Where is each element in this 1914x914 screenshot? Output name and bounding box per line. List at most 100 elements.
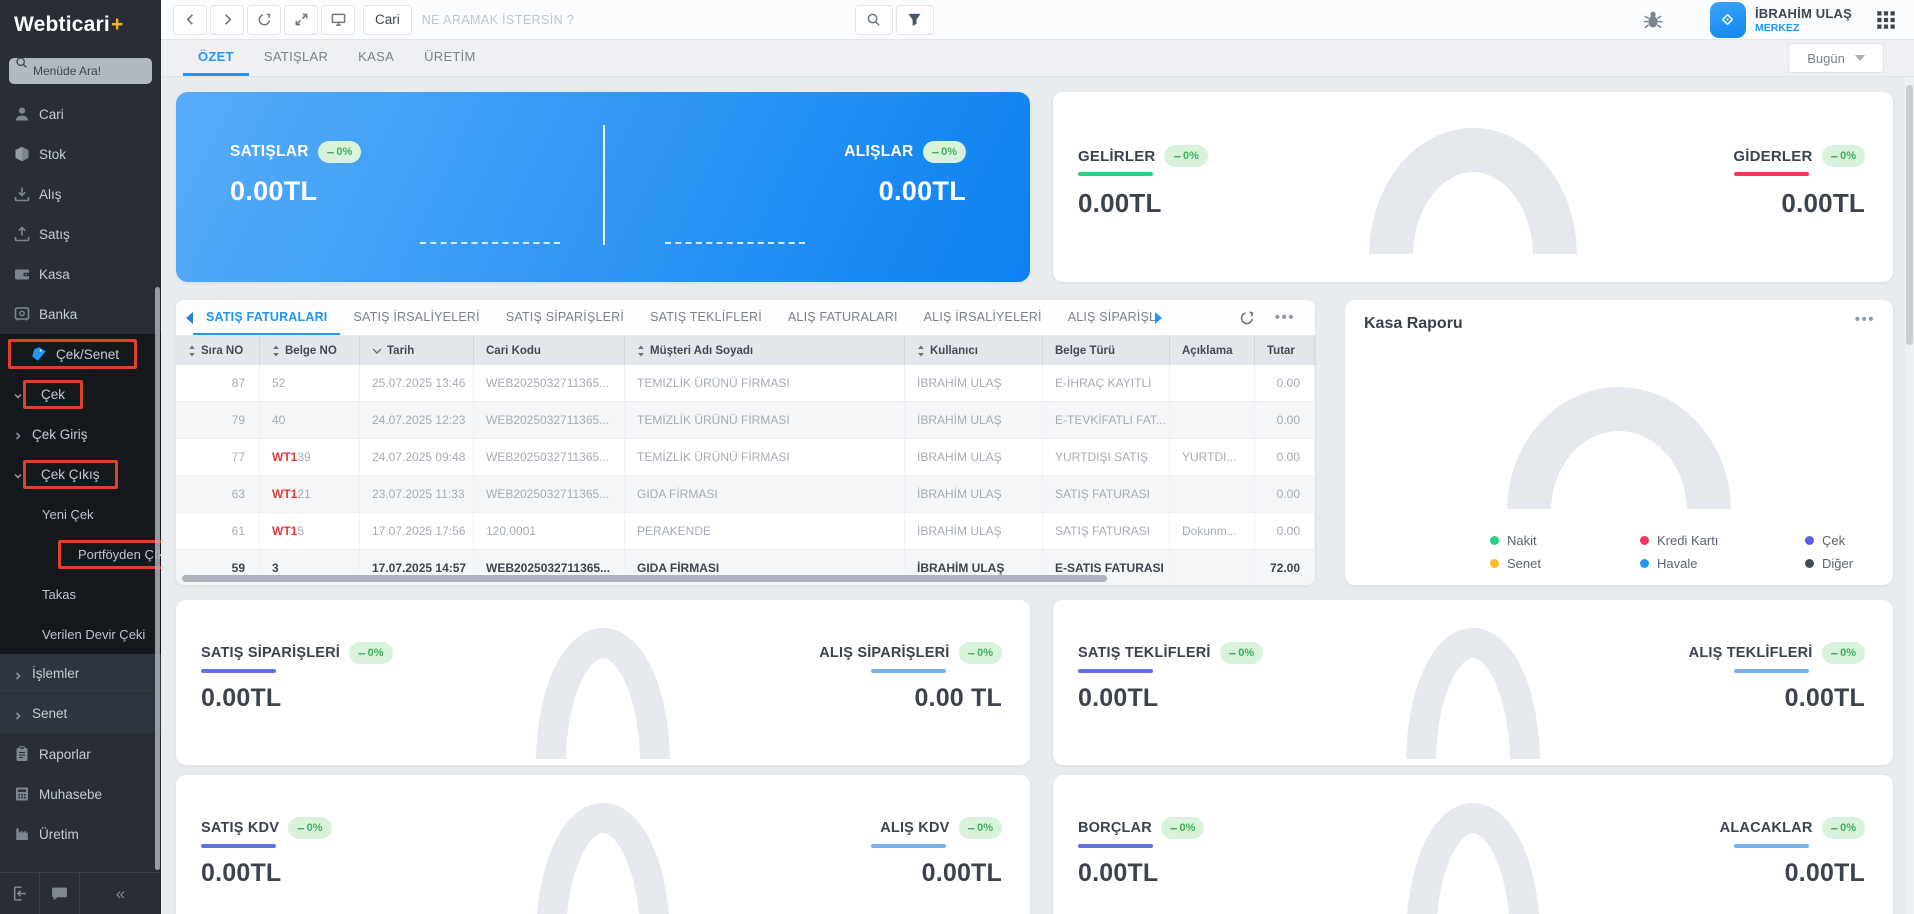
horizontal-scrollbar[interactable] (182, 575, 1107, 582)
chat-button[interactable] (40, 873, 80, 914)
table-cell: 63 (176, 476, 260, 512)
table-cell: WEB2025032711365... (474, 439, 625, 475)
bug-report-button[interactable] (1642, 9, 1664, 31)
sidebar-item-üretim[interactable]: Üretim (0, 814, 161, 854)
table-cell: 61 (176, 513, 260, 549)
sidebar-item-satış[interactable]: Satış (0, 214, 161, 254)
column-header[interactable]: Cari Kodu (474, 336, 625, 365)
sidebar-item-çek[interactable]: Çek (0, 374, 161, 414)
tab-özet[interactable]: ÖZET (183, 40, 249, 76)
column-header[interactable]: Açıklama (1170, 336, 1255, 365)
legend-item[interactable]: Nakit (1490, 533, 1640, 548)
back-button[interactable] (173, 5, 207, 35)
table-cell: WT15 (260, 513, 360, 549)
sidebar-item-stok[interactable]: Stok (0, 134, 161, 174)
filter-button[interactable] (896, 5, 934, 35)
table-row[interactable]: 794024.07.2025 12:23WEB2025032711365...T… (176, 402, 1315, 439)
refresh-icon[interactable] (1239, 310, 1255, 326)
monitor-button[interactable] (321, 5, 355, 35)
annotation-highlight-box: Çek Çıkış (23, 460, 118, 489)
legend-dot (1490, 536, 1499, 545)
apps-grid-button[interactable] (1876, 10, 1896, 30)
metric-value: 0.00TL (922, 859, 1002, 888)
tabs-scroll-right-icon[interactable] (1155, 312, 1162, 324)
table-cell: WEB2025032711365... (474, 402, 625, 438)
more-icon[interactable]: ••• (1275, 310, 1295, 325)
table-row[interactable]: 61WT1517.07.2025 17:56120.0001PERAKENDEİ… (176, 513, 1315, 550)
column-header[interactable]: Belge Türü (1043, 336, 1170, 365)
column-header[interactable]: Sıra NO (176, 336, 260, 365)
sidebar-item-portföyden-çıkış[interactable]: Portföyden Çıkış (0, 534, 161, 574)
column-header[interactable]: Belge NO (260, 336, 360, 365)
sidebar-item-çek-giriş[interactable]: Çek Giriş (0, 414, 161, 454)
column-header[interactable]: Tutar (1255, 336, 1315, 365)
sidebar-item-i-şlemler[interactable]: İşlemler (0, 654, 161, 694)
sidebar-item-label: Çek/Senet (56, 347, 119, 362)
sidebar-item-muhasebe[interactable]: Muhasebe (0, 774, 161, 814)
sort-both-icon (917, 345, 925, 357)
search-context-label[interactable]: Cari (363, 5, 412, 35)
sidebar-scrollbar[interactable] (155, 287, 160, 870)
avatar[interactable] (1710, 2, 1746, 38)
column-header[interactable]: Müşteri Adı Soyadı (625, 336, 905, 365)
legend-item[interactable]: Çek (1805, 533, 1893, 548)
invoice-tab[interactable]: ALIŞ İRSALİYELERİ (911, 300, 1055, 335)
sidebar-item-çek-çıkış[interactable]: Çek Çıkış (0, 454, 161, 494)
tab-satişlar[interactable]: SATIŞLAR (249, 40, 343, 76)
wallet-icon (14, 266, 30, 282)
window-scrollbar[interactable] (1905, 77, 1914, 914)
legend-label: Kredi Kartı (1657, 533, 1718, 548)
metric-value: 0.00TL (1078, 188, 1162, 219)
sidebar-item-takas[interactable]: Takas (0, 574, 161, 614)
table-row[interactable]: 875225.07.2025 13:46WEB2025032711365...T… (176, 365, 1315, 402)
legend-item[interactable]: Kredi Kartı (1640, 533, 1805, 548)
sidebar-item-alış[interactable]: Alış (0, 174, 161, 214)
legend-item[interactable]: Senet (1490, 556, 1640, 571)
refresh-button[interactable] (247, 5, 281, 35)
scrollbar-thumb[interactable] (1906, 85, 1913, 345)
fullscreen-button[interactable] (284, 5, 318, 35)
sidebar-item-verilen-devir-çeki[interactable]: Verilen Devir Çeki (0, 614, 161, 654)
invoice-tab[interactable]: SATIŞ FATURALARI (193, 300, 340, 335)
table-cell: WT121 (260, 476, 360, 512)
invoice-tab[interactable]: ALIŞ SİPARİŞLERİ (1055, 300, 1155, 335)
date-filter-dropdown[interactable]: Bugün (1788, 43, 1884, 73)
invoice-tab[interactable]: SATIŞ İRSALİYELERİ (340, 300, 492, 335)
divider (603, 125, 605, 245)
doc-no-prefix: WT1 (272, 487, 297, 501)
tab-kasa[interactable]: KASA (343, 40, 409, 76)
metric-label: ALIŞ KDV (880, 820, 949, 836)
table-cell: 120.0001 (474, 513, 625, 549)
sidebar-item-senet[interactable]: Senet (0, 694, 161, 734)
column-header[interactable]: Kullanıcı (905, 336, 1043, 365)
logo-plus: + (111, 13, 123, 37)
sidebar-item-kasa[interactable]: Kasa (0, 254, 161, 294)
tabs-scroll-left-icon[interactable] (186, 312, 193, 324)
menu-search-input[interactable] (9, 58, 152, 84)
search-button[interactable] (855, 5, 893, 35)
sidebar-item-çek/senet[interactable]: Çek/Senet (0, 334, 161, 374)
legend-dot (1640, 559, 1649, 568)
invoice-tab[interactable]: SATIŞ SİPARİŞLERİ (493, 300, 637, 335)
legend-item[interactable]: Diğer (1805, 556, 1893, 571)
invoice-tab[interactable]: ALIŞ FATURALARI (775, 300, 911, 335)
legend-item[interactable]: Havale (1640, 556, 1805, 571)
global-search-input[interactable] (422, 5, 852, 35)
label-underline (871, 669, 946, 673)
table-row[interactable]: 63WT12123.07.2025 11:33WEB2025032711365.… (176, 476, 1315, 513)
forward-button[interactable] (210, 5, 244, 35)
label-underline (1078, 844, 1153, 848)
sidebar-item-banka[interactable]: Banka (0, 294, 161, 334)
column-header[interactable]: Tarih (360, 336, 474, 365)
table-body: 875225.07.2025 13:46WEB2025032711365...T… (176, 365, 1315, 585)
collapse-sidebar-button[interactable]: « (80, 873, 161, 914)
sidebar-item-cari[interactable]: Cari (0, 94, 161, 134)
more-icon[interactable]: ••• (1855, 312, 1875, 327)
table-row[interactable]: 77WT13924.07.2025 09:48WEB2025032711365.… (176, 439, 1315, 476)
sidebar-item-raporlar[interactable]: Raporlar (0, 734, 161, 774)
user-menu[interactable]: İBRAHİM ULAŞ MERKEZ (1755, 6, 1852, 34)
logout-button[interactable] (0, 873, 40, 914)
invoice-tab[interactable]: SATIŞ TEKLİFLERİ (637, 300, 775, 335)
sidebar-item-yeni-çek[interactable]: Yeni Çek (0, 494, 161, 534)
tab-üreti̇m[interactable]: ÜRETİM (409, 40, 491, 76)
